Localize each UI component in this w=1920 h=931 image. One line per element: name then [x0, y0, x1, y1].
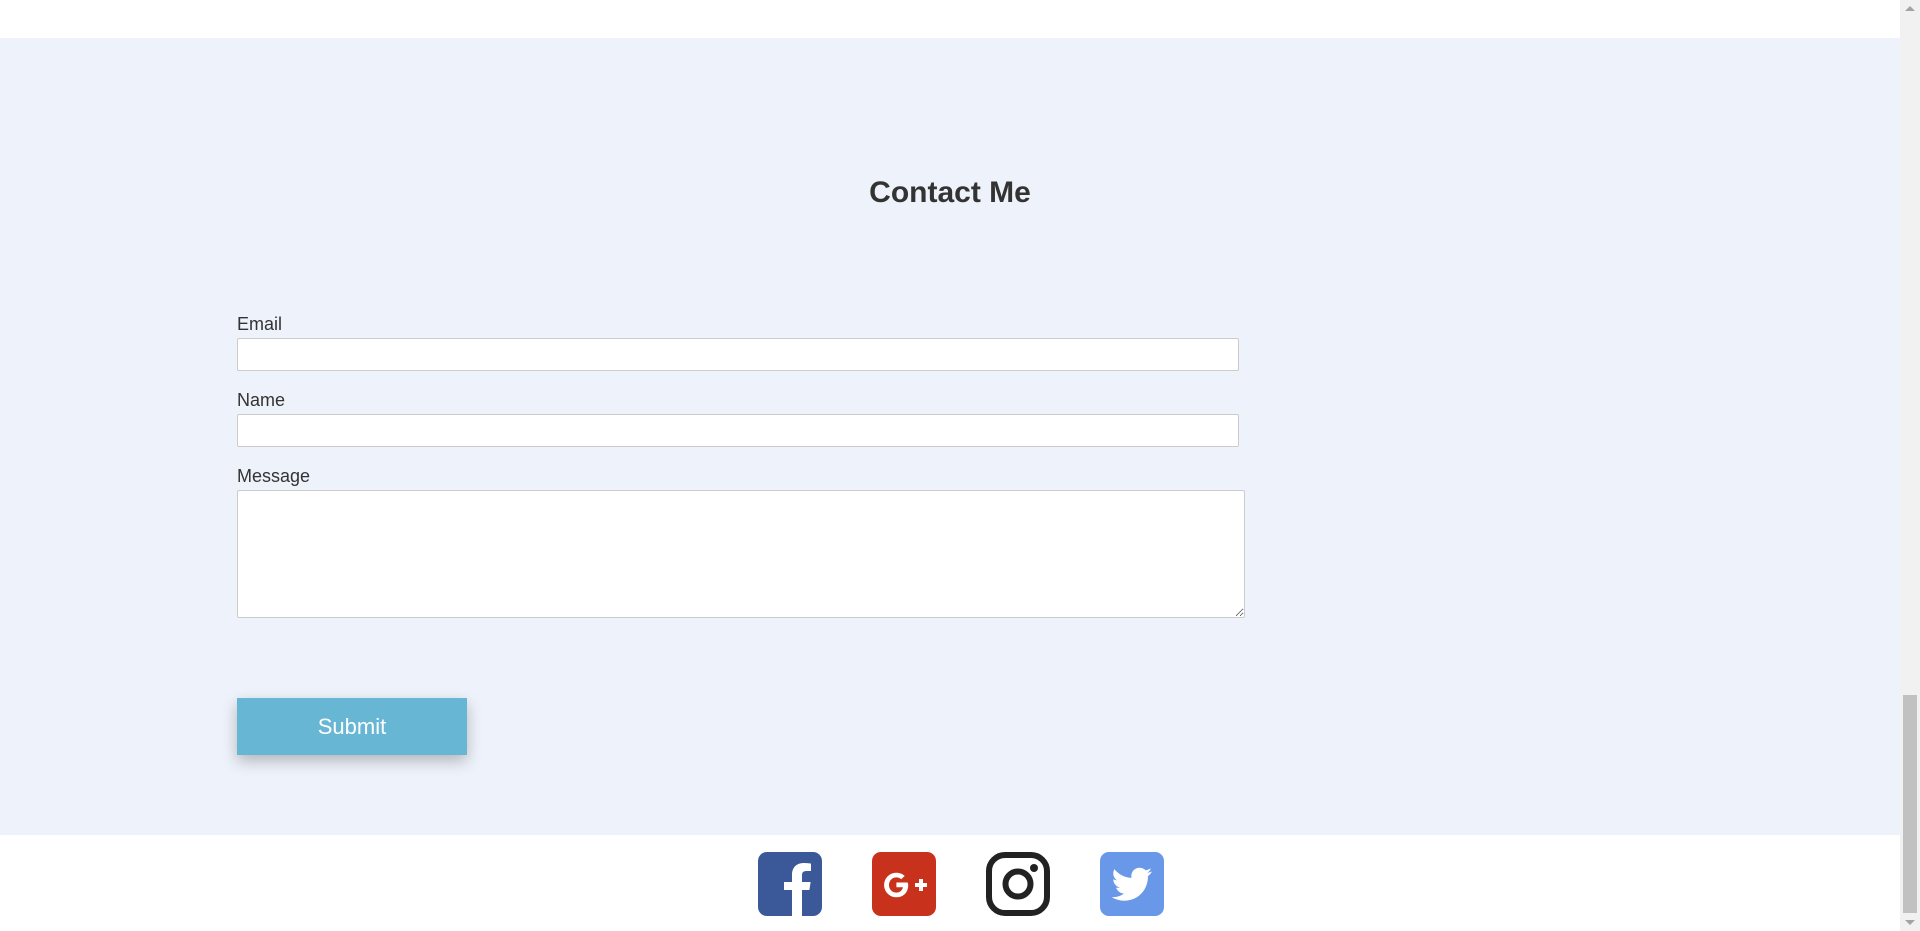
instagram-icon [986, 852, 1050, 916]
message-label: Message [237, 466, 311, 486]
name-field[interactable] [237, 414, 1239, 447]
top-strip [0, 0, 1900, 38]
twitter-link[interactable] [1100, 852, 1164, 916]
scroll-thumb[interactable] [1903, 695, 1917, 913]
message-field[interactable] [237, 490, 1245, 618]
footer [0, 835, 1900, 931]
email-label: Email [237, 314, 283, 334]
google-plus-link[interactable] [872, 852, 936, 916]
instagram-link[interactable] [986, 852, 1050, 916]
facebook-icon [758, 852, 822, 916]
contact-title: Contact Me [869, 176, 1031, 209]
name-label: Name [237, 390, 286, 410]
scroll-up-arrow[interactable] [1900, 0, 1920, 17]
submit-button[interactable]: Submit [237, 698, 467, 755]
vertical-scrollbar[interactable] [1900, 0, 1920, 931]
facebook-link[interactable] [758, 852, 822, 916]
contact-section: Contact Me Email Name Message Submit [0, 38, 1900, 835]
page: Contact Me Email Name Message Submit [0, 0, 1900, 931]
scroll-down-arrow[interactable] [1900, 914, 1920, 931]
google-plus-icon [872, 852, 936, 916]
twitter-icon [1100, 852, 1164, 916]
email-field[interactable] [237, 338, 1239, 371]
